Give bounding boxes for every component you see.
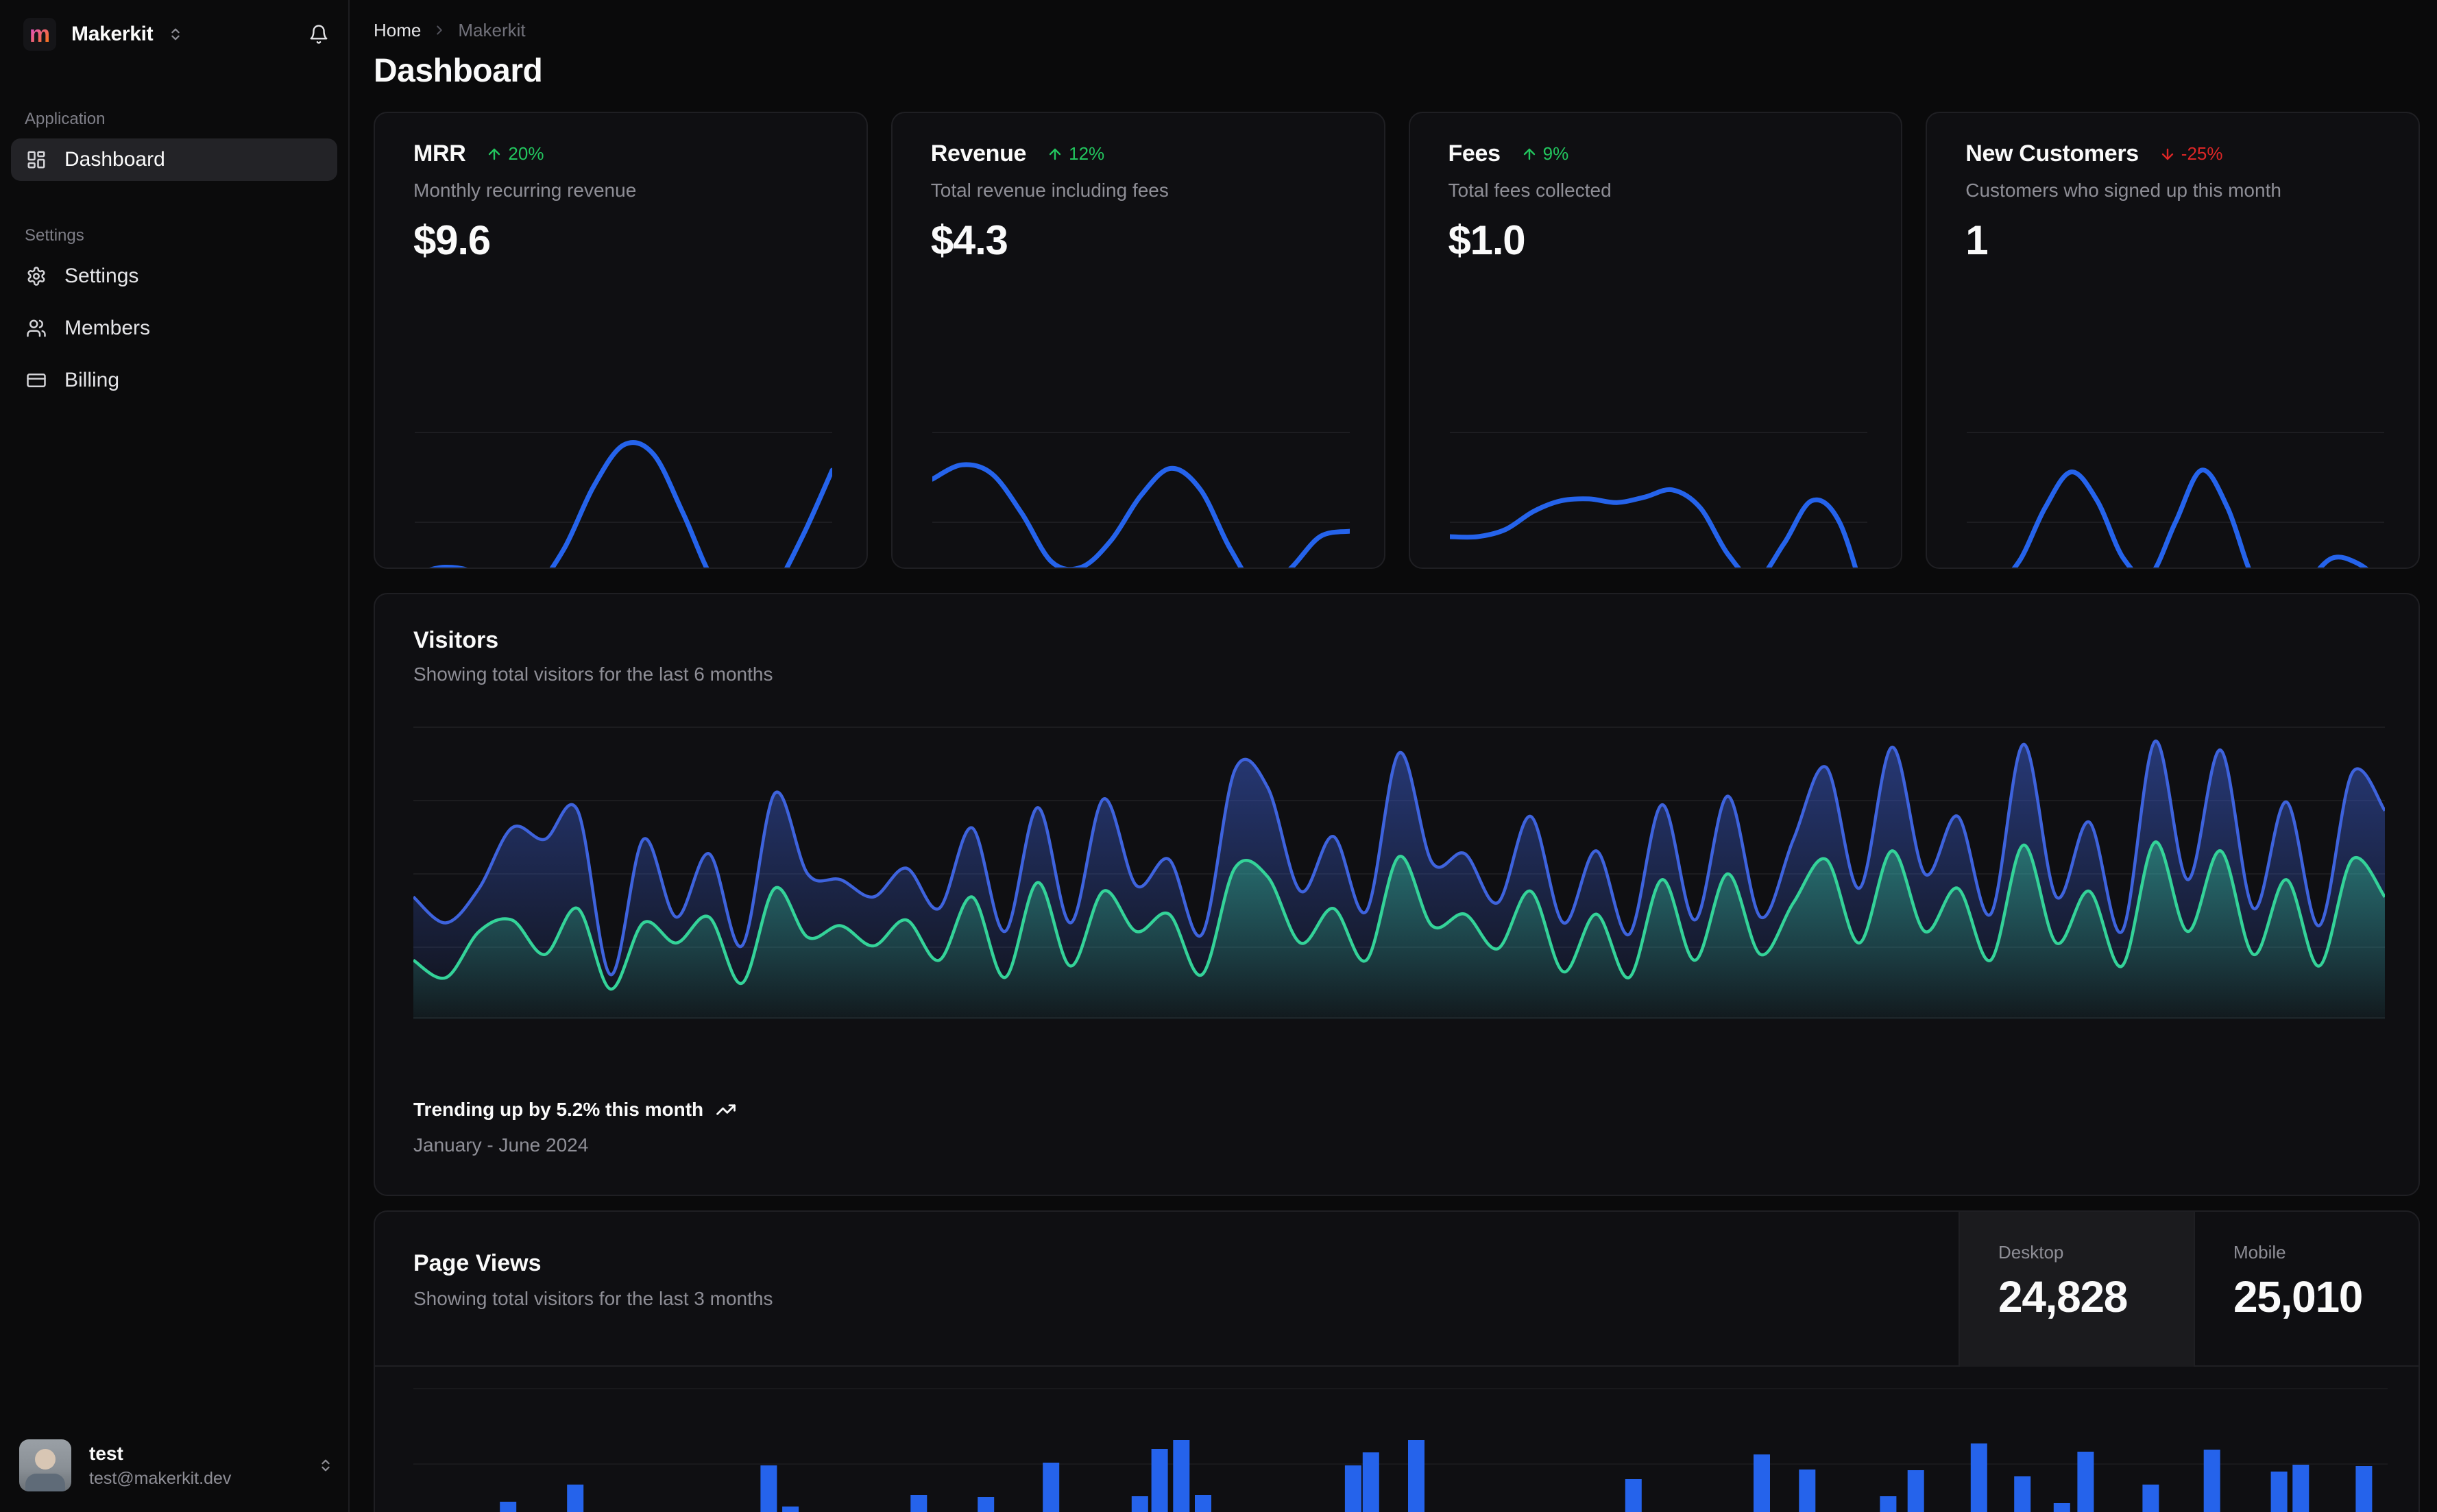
chevrons-up-down-icon: [318, 1458, 333, 1473]
toggle-mobile[interactable]: Mobile 25,010: [2194, 1212, 2418, 1367]
page-views-bar-chart: [413, 1388, 2388, 1512]
chevrons-up-down-icon[interactable]: [168, 27, 183, 42]
sidebar-nav-application: Dashboard: [0, 138, 348, 181]
workspace-name[interactable]: Makerkit: [71, 23, 154, 46]
visitors-subtitle: Showing total visitors for the last 6 mo…: [413, 663, 773, 685]
stat-card-fees: Fees 9% Total fees collected $1.0 July 2…: [1408, 112, 1903, 569]
trending-up-icon: [716, 1099, 736, 1120]
visitors-period: January - June 2024: [413, 1134, 589, 1156]
stat-title: Revenue: [930, 141, 1027, 167]
trend-change: 12%: [1069, 143, 1105, 164]
stat-card-revenue: Revenue 12% Total revenue including fees…: [890, 112, 1385, 569]
trend-change: -25%: [2181, 143, 2223, 164]
chevron-right-icon: [432, 23, 447, 38]
sidebar-item-dashboard[interactable]: Dashboard: [11, 138, 337, 181]
trend-badge: -25%: [2159, 143, 2223, 164]
page-views-card: Page Views Showing total visitors for th…: [374, 1210, 2420, 1512]
toggle-mobile-value: 25,010: [2233, 1272, 2363, 1321]
stat-card-mrr: MRR 20% Monthly recurring revenue $9.6 J…: [374, 112, 868, 569]
avatar: [19, 1439, 71, 1491]
stat-title: New Customers: [1965, 141, 2139, 167]
bell-icon[interactable]: [308, 24, 329, 45]
toggle-desktop[interactable]: Desktop 24,828: [1959, 1212, 2194, 1367]
sidebar-item-billing[interactable]: Billing: [11, 359, 337, 402]
user-email: test@makerkit.dev: [89, 1468, 232, 1488]
stat-title: Fees: [1448, 141, 1501, 167]
page-views-header: Page Views Showing total visitors for th…: [375, 1212, 2418, 1367]
stat-value: $1.0: [1448, 217, 1526, 263]
gear-icon: [26, 266, 47, 286]
sidebar-item-members[interactable]: Members: [11, 307, 337, 350]
sidebar-item-label: Dashboard: [64, 148, 165, 171]
stat-value: $4.3: [930, 217, 1008, 263]
trend-badge: 12%: [1047, 143, 1104, 164]
revenue-line-chart: [932, 432, 1350, 568]
users-icon: [26, 318, 47, 339]
visitors-card: Visitors Showing total visitors for the …: [374, 593, 2420, 1196]
trend-badge: 20%: [486, 143, 544, 164]
toggle-mobile-label: Mobile: [2233, 1242, 2286, 1263]
toggle-desktop-value: 24,828: [1998, 1272, 2128, 1321]
sidebar-nav-settings: Settings Members Billing: [0, 255, 348, 402]
arrow-down-icon: [2159, 146, 2176, 162]
breadcrumb-home-link[interactable]: Home: [374, 20, 421, 41]
sidebar-group-settings: Settings: [25, 226, 84, 245]
trend-change: 20%: [508, 143, 544, 164]
user-name: test: [89, 1442, 123, 1464]
stat-description: Monthly recurring revenue: [413, 180, 637, 201]
logo-letter: m: [29, 21, 51, 47]
credit-card-icon: [26, 370, 47, 391]
visitors-title: Visitors: [413, 627, 499, 653]
user-meta: test test@makerkit.dev: [89, 1443, 231, 1489]
sidebar-item-label: Settings: [64, 265, 139, 287]
dashboard-screen: m Makerkit Application Dashboard Setting…: [0, 0, 2437, 1512]
fees-line-chart: [1449, 432, 1867, 568]
sidebar-item-settings[interactable]: Settings: [11, 255, 337, 297]
visitors-trend-text: Trending up by 5.2% this month: [413, 1099, 704, 1120]
arrow-up-icon: [486, 146, 502, 162]
breadcrumb-current: Makerkit: [458, 19, 526, 40]
stat-value: $9.6: [413, 217, 491, 263]
trend-badge: 9%: [1521, 143, 1569, 164]
visitors-area-chart: [413, 727, 2385, 1019]
visitors-trend-line: Trending up by 5.2% this month: [413, 1099, 736, 1121]
sidebar-group-application: Application: [25, 110, 106, 128]
arrow-up-icon: [1521, 146, 1538, 162]
dashboard-grid-icon: [26, 149, 47, 170]
stat-card-new-customers: New Customers -25% Customers who signed …: [1926, 112, 2420, 569]
toggle-desktop-label: Desktop: [1998, 1242, 2064, 1263]
stat-value: 1: [1965, 217, 1988, 263]
stat-description: Customers who signed up this month: [1965, 180, 2281, 201]
user-menu[interactable]: test test@makerkit.dev: [19, 1438, 333, 1493]
new-customers-line-chart: [1967, 432, 2385, 568]
makerkit-logo[interactable]: m: [23, 18, 56, 51]
sidebar-item-label: Billing: [64, 369, 120, 391]
trend-change: 9%: [1542, 143, 1569, 164]
main-content: Home Makerkit Dashboard MRR 20% Monthly …: [350, 0, 2437, 1512]
mrr-line-chart: [415, 432, 832, 568]
breadcrumb: Home Makerkit: [374, 16, 2420, 44]
stat-description: Total revenue including fees: [930, 180, 1169, 201]
page-title: Dashboard: [374, 53, 543, 89]
sidebar-item-label: Members: [64, 317, 151, 339]
sidebar: m Makerkit Application Dashboard Setting…: [0, 0, 350, 1512]
stat-cards-row: MRR 20% Monthly recurring revenue $9.6 J…: [374, 112, 2420, 569]
stat-title: MRR: [413, 141, 466, 167]
stat-description: Total fees collected: [1448, 180, 1612, 201]
workspace-header: m Makerkit: [0, 0, 348, 51]
arrow-up-icon: [1047, 146, 1063, 162]
